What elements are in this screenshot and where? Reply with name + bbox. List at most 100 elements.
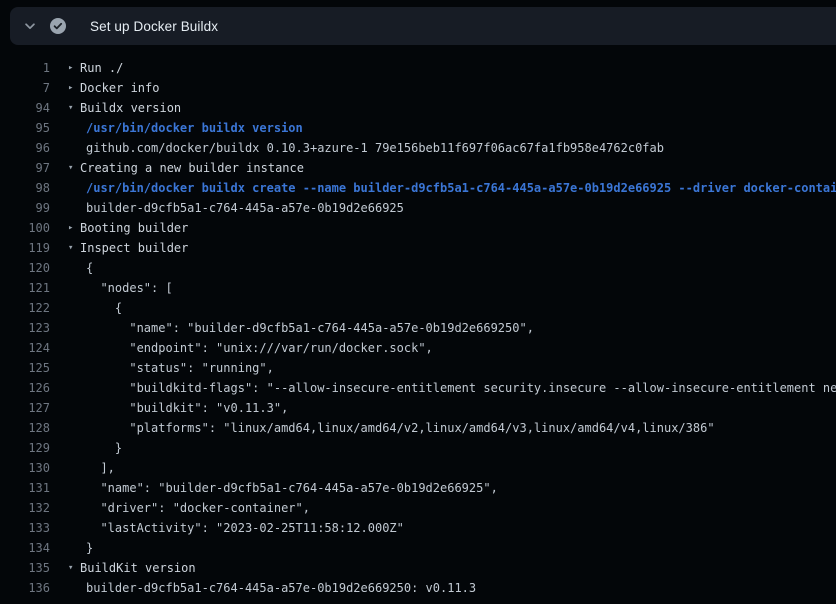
step-header[interactable]: Set up Docker Buildx (10, 7, 836, 45)
line-body[interactable]: ▾Inspect builder (50, 238, 188, 258)
line-text: "platforms": "linux/amd64,linux/amd64/v2… (86, 418, 715, 438)
line-number[interactable]: 99 (0, 198, 50, 218)
line-text: "buildkit": "v0.11.3", (86, 398, 288, 418)
line-number[interactable]: 120 (0, 258, 50, 278)
line-number[interactable]: 97 (0, 158, 50, 178)
log-line: 132 "driver": "docker-container", (0, 498, 836, 518)
log-line: 96 github.com/docker/buildx 0.10.3+azure… (0, 138, 836, 158)
line-body: "driver": "docker-container", (50, 498, 310, 518)
line-body: "buildkit": "v0.11.3", (50, 398, 288, 418)
line-body: "platforms": "linux/amd64,linux/amd64/v2… (50, 418, 715, 438)
log-line: 125 "status": "running", (0, 358, 836, 378)
line-number[interactable]: 121 (0, 278, 50, 298)
line-number[interactable]: 95 (0, 118, 50, 138)
line-number[interactable]: 125 (0, 358, 50, 378)
line-text: /usr/bin/docker buildx version (86, 118, 303, 138)
line-body: } (50, 438, 122, 458)
line-text: github.com/docker/buildx 0.10.3+azure-1 … (86, 138, 664, 158)
line-body[interactable]: ▾Buildx version (50, 98, 181, 118)
log-group-expanded: 119 ▾Inspect builder (0, 238, 836, 258)
log-group-expanded: 94 ▾Buildx version (0, 98, 836, 118)
line-text: /usr/bin/docker buildx create --name bui… (86, 178, 836, 198)
group-toggle-icon: ▸ (68, 218, 78, 238)
line-number[interactable]: 1 (0, 58, 50, 78)
line-number[interactable]: 122 (0, 298, 50, 318)
line-number[interactable]: 98 (0, 178, 50, 198)
log-line: 127 "buildkit": "v0.11.3", (0, 398, 836, 418)
line-number[interactable]: 132 (0, 498, 50, 518)
line-number[interactable]: 130 (0, 458, 50, 478)
line-text: ], (86, 458, 115, 478)
step-title: Set up Docker Buildx (90, 19, 218, 34)
line-number[interactable]: 135 (0, 558, 50, 578)
log-line: 130 ], (0, 458, 836, 478)
log-line: 131 "name": "builder-d9cfb5a1-c764-445a-… (0, 478, 836, 498)
line-body[interactable]: ▾BuildKit version (50, 558, 196, 578)
line-body[interactable]: ▾Creating a new builder instance (50, 158, 304, 178)
line-number[interactable]: 128 (0, 418, 50, 438)
line-number[interactable]: 7 (0, 78, 50, 98)
line-body: "endpoint": "unix:///var/run/docker.sock… (50, 338, 433, 358)
line-text: BuildKit version (80, 558, 196, 578)
log-line: 123 "name": "builder-d9cfb5a1-c764-445a-… (0, 318, 836, 338)
line-number[interactable]: 94 (0, 98, 50, 118)
line-number[interactable]: 126 (0, 378, 50, 398)
line-number[interactable]: 100 (0, 218, 50, 238)
log-group-expanded: 135 ▾BuildKit version (0, 558, 836, 578)
group-toggle-icon: ▾ (68, 558, 78, 578)
line-text: Booting builder (80, 218, 188, 238)
group-toggle-icon: ▾ (68, 98, 78, 118)
line-text: "name": "builder-d9cfb5a1-c764-445a-a57e… (86, 478, 498, 498)
line-number[interactable]: 123 (0, 318, 50, 338)
line-text: "buildkitd-flags": "--allow-insecure-ent… (86, 378, 836, 398)
log-line: 126 "buildkitd-flags": "--allow-insecure… (0, 378, 836, 398)
line-text: Docker info (80, 78, 159, 98)
line-number[interactable]: 129 (0, 438, 50, 458)
line-text: builder-d9cfb5a1-c764-445a-a57e-0b19d2e6… (86, 578, 476, 598)
line-text: Run ./ (80, 58, 123, 78)
line-number[interactable]: 127 (0, 398, 50, 418)
line-body: "status": "running", (50, 358, 274, 378)
line-body[interactable]: ▸Docker info (50, 78, 159, 98)
line-number[interactable]: 136 (0, 578, 50, 598)
log-line: 120 { (0, 258, 836, 278)
line-text: Buildx version (80, 98, 181, 118)
line-text: } (86, 538, 93, 558)
line-number[interactable]: 124 (0, 338, 50, 358)
line-number[interactable]: 131 (0, 478, 50, 498)
line-body: { (50, 298, 122, 318)
log-group-expanded: 97 ▾Creating a new builder instance (0, 158, 836, 178)
log-line: 98 /usr/bin/docker buildx create --name … (0, 178, 836, 198)
group-toggle-icon: ▾ (68, 158, 78, 178)
line-body: { (50, 258, 93, 278)
check-circle-icon (50, 18, 66, 34)
line-number[interactable]: 119 (0, 238, 50, 258)
line-body: "buildkitd-flags": "--allow-insecure-ent… (50, 378, 836, 398)
log-line: 124 "endpoint": "unix:///var/run/docker.… (0, 338, 836, 358)
line-text: "status": "running", (86, 358, 274, 378)
line-text: Inspect builder (80, 238, 188, 258)
line-body[interactable]: ▸Booting builder (50, 218, 188, 238)
chevron-down-icon[interactable] (18, 14, 42, 38)
log-line: 129 } (0, 438, 836, 458)
line-body: /usr/bin/docker buildx version (50, 118, 303, 138)
group-toggle-icon: ▸ (68, 58, 78, 78)
line-body[interactable]: ▸Run ./ (50, 58, 123, 78)
line-text: } (86, 438, 122, 458)
line-number[interactable]: 96 (0, 138, 50, 158)
log-line: 99 builder-d9cfb5a1-c764-445a-a57e-0b19d… (0, 198, 836, 218)
log-lines: 1 ▸Run ./ 7 ▸Docker info 94 ▾Buildx vers… (0, 45, 836, 598)
line-number[interactable]: 134 (0, 538, 50, 558)
log-line: 136 builder-d9cfb5a1-c764-445a-a57e-0b19… (0, 578, 836, 598)
group-toggle-icon: ▾ (68, 238, 78, 258)
line-number[interactable]: 133 (0, 518, 50, 538)
line-body: builder-d9cfb5a1-c764-445a-a57e-0b19d2e6… (50, 198, 404, 218)
log-line: 133 "lastActivity": "2023-02-25T11:58:12… (0, 518, 836, 538)
line-body: builder-d9cfb5a1-c764-445a-a57e-0b19d2e6… (50, 578, 476, 598)
line-body: ], (50, 458, 115, 478)
line-body: "name": "builder-d9cfb5a1-c764-445a-a57e… (50, 478, 498, 498)
log-line: 134 } (0, 538, 836, 558)
log-line: 95 /usr/bin/docker buildx version (0, 118, 836, 138)
line-text: "driver": "docker-container", (86, 498, 310, 518)
log-group-collapsed: 100 ▸Booting builder (0, 218, 836, 238)
